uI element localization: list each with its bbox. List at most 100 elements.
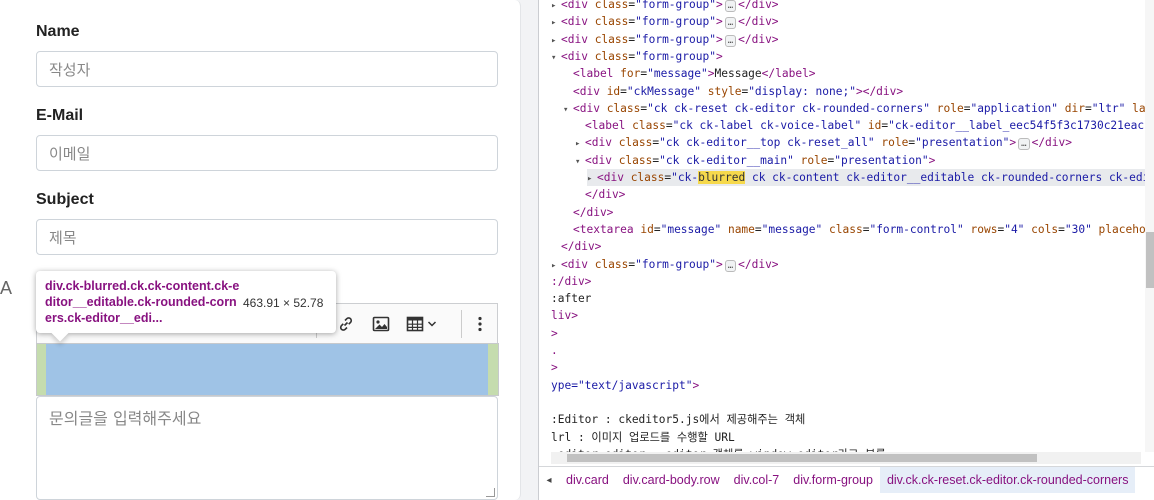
code-token: "application" bbox=[970, 101, 1065, 115]
dom-node-selected[interactable]: ▸ <div class="ck-blurred ck ck-content ck… bbox=[587, 169, 1145, 186]
breadcrumb-item[interactable]: div.ck.ck-reset.ck-editor.ck-rounded-cor… bbox=[879, 467, 1136, 493]
expand-toggle-icon[interactable]: ▾ bbox=[563, 102, 573, 119]
dom-node[interactable]: ▸ <div class="form-group">… </div> bbox=[551, 31, 779, 48]
code-token: > bbox=[707, 67, 715, 81]
dom-node[interactable]: :after bbox=[551, 290, 591, 307]
code-token: class bbox=[829, 222, 863, 236]
code-token: class bbox=[618, 153, 653, 167]
code-token: "ck-editor__label_eec54f5f3c1730c21eacb8… bbox=[888, 119, 1145, 133]
ellipsis-badge[interactable]: … bbox=[1018, 138, 1030, 151]
dom-node[interactable]: </div> bbox=[563, 204, 613, 221]
code-token: :after bbox=[551, 292, 592, 306]
code-token: dir bbox=[1064, 101, 1085, 115]
name-input[interactable]: 작성자 bbox=[36, 51, 498, 87]
dom-node[interactable]: ▸ <div class="form-group">… </div> bbox=[551, 13, 779, 30]
code-token: </div> bbox=[1031, 136, 1072, 150]
code-token: "form-group" bbox=[635, 32, 716, 46]
code-token: class bbox=[630, 171, 665, 184]
table-insert-button[interactable] bbox=[406, 312, 437, 336]
code-token: > bbox=[551, 361, 558, 375]
code-token: > bbox=[715, 49, 723, 63]
dom-node[interactable]: ▾ <div class = "ck ck-reset ck-editor ck-ro… bbox=[563, 100, 1145, 117]
ellipsis-badge[interactable]: … bbox=[724, 17, 737, 30]
dom-node[interactable]: <label for="message">Message</label> bbox=[563, 65, 816, 82]
code-token: "ck ck-editor__top ck-reset_all" bbox=[659, 136, 882, 150]
code-token: role bbox=[800, 153, 828, 167]
dom-node[interactable]: :/div> bbox=[551, 273, 591, 290]
code-token: <label bbox=[585, 119, 633, 133]
ellipsis-badge[interactable]: … bbox=[724, 259, 737, 272]
code-token: liv> bbox=[551, 309, 578, 323]
breadcrumb-scroll-left-icon[interactable]: ◂ bbox=[539, 475, 559, 486]
dom-node[interactable]: <div id="ckMessage" style="display: none… bbox=[563, 83, 903, 100]
resize-handle[interactable] bbox=[486, 488, 495, 497]
dom-node[interactable]: <textarea id="message" name="message" cl… bbox=[563, 221, 1145, 238]
code-token: Message bbox=[714, 67, 762, 81]
code-token: <div bbox=[561, 15, 595, 29]
dom-node[interactable]: ype="text/javascript"> bbox=[551, 377, 699, 394]
code-token: "message" bbox=[647, 67, 708, 81]
code-token: class bbox=[606, 101, 641, 115]
horizontal-scrollbar[interactable] bbox=[551, 452, 1141, 464]
dom-node[interactable]: > bbox=[551, 359, 558, 376]
dom-node[interactable]: </div> bbox=[551, 238, 601, 255]
dom-node[interactable]: > bbox=[551, 325, 558, 342]
code-token: <div bbox=[585, 136, 619, 150]
code-token: "ck ck-editor__main" bbox=[659, 153, 801, 167]
dom-node[interactable]: . bbox=[551, 342, 558, 359]
code-token: = bbox=[754, 222, 762, 236]
code-token: "form-group" bbox=[635, 257, 716, 271]
dom-node[interactable]: </div> bbox=[575, 186, 625, 203]
inspect-tooltip: div.ck-blurred.ck.ck-content.ck-editor__… bbox=[36, 271, 336, 333]
code-token: "display: none;" bbox=[748, 84, 856, 98]
vertical-scrollbar[interactable] bbox=[1145, 0, 1154, 452]
code-token: </div> bbox=[738, 0, 779, 11]
tooltip-selector: div.ck-blurred.ck.ck-content.ck-editor__… bbox=[45, 279, 240, 325]
code-token: <div bbox=[597, 171, 631, 184]
code-token: = bbox=[1058, 222, 1065, 236]
code-token: <div bbox=[573, 84, 607, 98]
code-token: > bbox=[715, 0, 723, 11]
code-token: ></div> bbox=[855, 84, 904, 98]
subject-input[interactable]: 제목 bbox=[36, 219, 498, 255]
code-token: <div bbox=[573, 101, 607, 115]
breadcrumb-item[interactable]: div.form-group bbox=[786, 467, 880, 493]
message-placeholder: 문의글을 입력해주세요 bbox=[49, 409, 202, 428]
expand-toggle-icon[interactable]: ▾ bbox=[551, 50, 561, 67]
dom-node[interactable]: :Editor : ckeditor5.js에서 제공해주는 객체 bbox=[551, 411, 805, 428]
horizontal-scroll-thumb[interactable] bbox=[567, 454, 1037, 462]
code-token: </div> bbox=[738, 257, 779, 271]
image-icon[interactable] bbox=[372, 312, 390, 336]
code-token: "form-group" bbox=[635, 0, 716, 11]
expand-toggle-icon[interactable]: ▾ bbox=[575, 154, 585, 171]
dom-node[interactable]: ▸ <div class="ck ck-editor__top ck-reset_… bbox=[575, 134, 1072, 151]
message-textarea[interactable]: 문의글을 입력해주세요 bbox=[36, 396, 498, 500]
dom-node[interactable]: ▾ <div class="form-group"> bbox=[551, 48, 723, 65]
dom-node[interactable]: <label class="ck ck-label ck-voice-label… bbox=[575, 117, 1145, 134]
vertical-scroll-thumb[interactable] bbox=[1146, 232, 1154, 288]
breadcrumb-item[interactable]: div.card bbox=[559, 467, 616, 493]
code-token: role bbox=[881, 136, 909, 150]
more-vertical-icon[interactable] bbox=[475, 312, 485, 336]
dom-node[interactable]: ▾ <div class="ck ck-editor__main" role="p… bbox=[575, 152, 935, 169]
code-token: "message" bbox=[660, 222, 728, 236]
code-token: = bbox=[1084, 101, 1092, 115]
editor-editable-area[interactable] bbox=[36, 343, 499, 396]
breadcrumb-item[interactable]: div.card-body.row bbox=[616, 467, 727, 493]
dom-node[interactable]: liv> bbox=[551, 307, 578, 324]
link-icon[interactable] bbox=[337, 312, 355, 336]
dom-node[interactable]: ▸ <div class="form-group">… </div> bbox=[551, 0, 779, 13]
email-input[interactable]: 이메일 bbox=[36, 135, 498, 171]
devtools-elements-panel: ▸ <div class="form-group">… </div> ▸ <div cl… bbox=[538, 0, 1154, 500]
ellipsis-badge[interactable]: … bbox=[724, 34, 737, 47]
dom-node[interactable]: ▸ <div class="form-group">… </div> bbox=[551, 256, 779, 273]
ellipsis-badge[interactable]: … bbox=[724, 0, 737, 12]
dom-node[interactable]: lrl : 이미지 업로드를 수행할 URL bbox=[551, 429, 735, 446]
code-token: <div bbox=[585, 153, 619, 167]
code-token: "presentation" bbox=[915, 136, 1010, 150]
code-token: "ck ck-label ck-voice-label" bbox=[672, 119, 868, 133]
name-label: Name bbox=[36, 23, 80, 40]
code-token: </div> bbox=[561, 240, 602, 254]
breadcrumb-item[interactable]: div.col-7 bbox=[727, 467, 787, 493]
code-token: cols bbox=[1031, 222, 1059, 236]
